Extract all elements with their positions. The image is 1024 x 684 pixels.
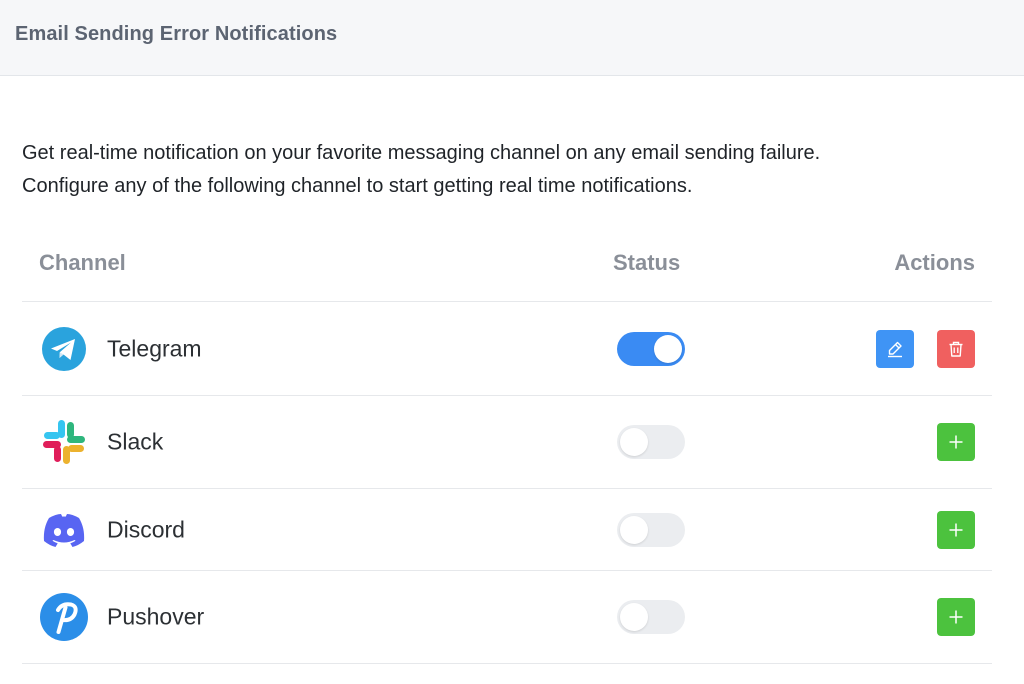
description-line-1: Get real-time notification on your favor…: [22, 142, 821, 164]
add-button-slack[interactable]: [937, 423, 975, 461]
channel-name-slack: Slack: [107, 428, 164, 455]
channels-table: Channel Status Actions Telegram Slack Di…: [22, 236, 992, 664]
description: Get real-time notification on your favor…: [22, 137, 1012, 203]
delete-button-telegram[interactable]: [937, 329, 975, 368]
slack-icon: [43, 420, 85, 464]
edit-button-telegram[interactable]: [876, 329, 914, 368]
channel-name-discord: Discord: [107, 516, 185, 542]
channel-name-telegram: Telegram: [107, 335, 202, 361]
plus-icon: [949, 523, 963, 536]
telegram-icon: [42, 326, 86, 371]
channel-name-pushover: Pushover: [107, 603, 205, 630]
status-toggle-telegram[interactable]: [617, 331, 685, 366]
table-header: Channel Status Actions: [22, 236, 992, 302]
discord-icon: [43, 513, 85, 547]
status-toggle-discord[interactable]: [617, 512, 685, 547]
page-title: Email Sending Error Notifications: [15, 23, 338, 45]
status-toggle-slack[interactable]: [617, 425, 685, 459]
page-header: Email Sending Error Notifications: [0, 0, 1024, 76]
add-button-discord[interactable]: [937, 510, 975, 549]
status-toggle-pushover[interactable]: [617, 600, 685, 634]
trash-icon: [949, 341, 963, 357]
column-header-actions: Actions: [894, 250, 975, 275]
toggle-knob: [620, 515, 648, 544]
table-row-discord: Discord: [22, 489, 992, 571]
toggle-knob: [620, 428, 648, 456]
toggle-knob: [620, 603, 648, 631]
plus-icon: [949, 610, 963, 624]
description-line-2: Configure any of the following channel t…: [22, 175, 693, 197]
column-header-status: Status: [613, 250, 681, 275]
pushover-icon: [40, 593, 88, 641]
table-row-telegram: Telegram: [22, 302, 992, 396]
plus-icon: [949, 435, 963, 449]
toggle-knob: [654, 334, 682, 363]
edit-icon: [888, 341, 902, 357]
table-row-pushover: Pushover: [22, 571, 992, 664]
add-button-pushover[interactable]: [937, 598, 975, 636]
table-row-slack: Slack: [22, 396, 992, 489]
column-header-channel: Channel: [39, 250, 126, 275]
